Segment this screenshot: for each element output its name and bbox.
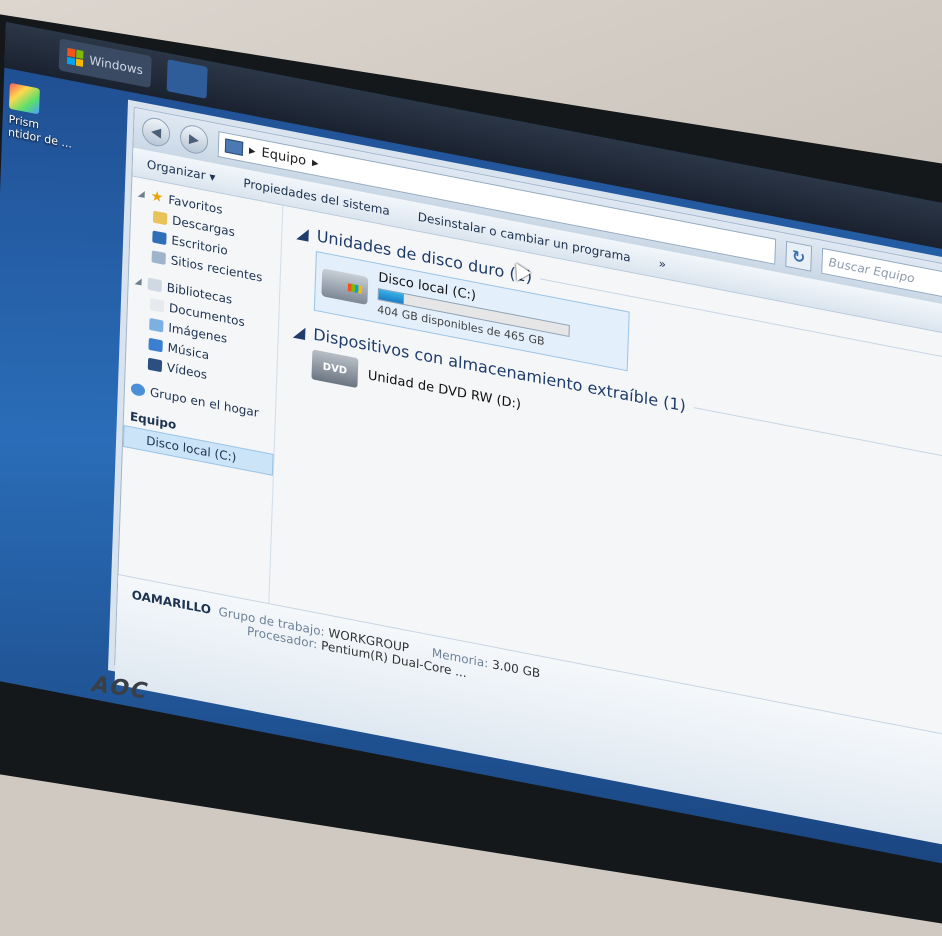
collapse-arrow-icon: ◢ — [292, 320, 306, 342]
hard-drive-icon — [321, 268, 369, 305]
breadcrumb-separator: ▸ — [311, 154, 319, 171]
music-icon — [148, 337, 163, 353]
memory-value: 3.00 GB — [491, 657, 541, 681]
refresh-icon: ↻ — [791, 245, 806, 268]
breadcrumb-equipo[interactable]: Equipo — [261, 145, 306, 169]
videos-icon — [147, 357, 163, 373]
libraries-icon — [147, 277, 162, 293]
expand-arrow-icon: ◢ — [137, 188, 145, 200]
start-label: Windows — [89, 53, 144, 78]
expand-arrow-icon: ◢ — [134, 276, 142, 288]
images-icon — [149, 317, 164, 333]
nav-label: Vídeos — [166, 360, 208, 383]
windows-logo-icon — [67, 47, 84, 67]
refresh-button[interactable]: ↻ — [785, 240, 813, 272]
navigation-pane: ◢ ★ Favoritos Descargas Escritorio Sitio… — [118, 176, 284, 604]
collapse-arrow-icon: ◢ — [296, 222, 310, 244]
homegroup-icon — [130, 382, 146, 398]
dvd-drive-icon: DVD — [311, 349, 359, 389]
breadcrumb-separator: ▸ — [248, 142, 256, 159]
desktop-icon — [152, 230, 167, 246]
desktop-shortcut-label: Prism ntidor de ... — [7, 112, 73, 151]
documents-icon — [149, 298, 165, 313]
prism-icon — [8, 82, 40, 115]
recent-places-icon — [151, 250, 166, 265]
overflow-button[interactable]: » — [644, 254, 680, 275]
back-button[interactable]: ◀ — [141, 115, 171, 149]
computer-icon — [224, 138, 244, 156]
taskbar-app-button[interactable] — [166, 59, 208, 99]
star-icon: ★ — [150, 188, 164, 207]
forward-button[interactable]: ▶ — [179, 122, 209, 157]
drive-c-usage-fill — [378, 289, 404, 304]
computer-name: OAMARILLO — [131, 587, 212, 617]
desktop-shortcut[interactable]: Prism ntidor de ... — [7, 82, 74, 151]
downloads-folder-icon — [152, 210, 168, 226]
